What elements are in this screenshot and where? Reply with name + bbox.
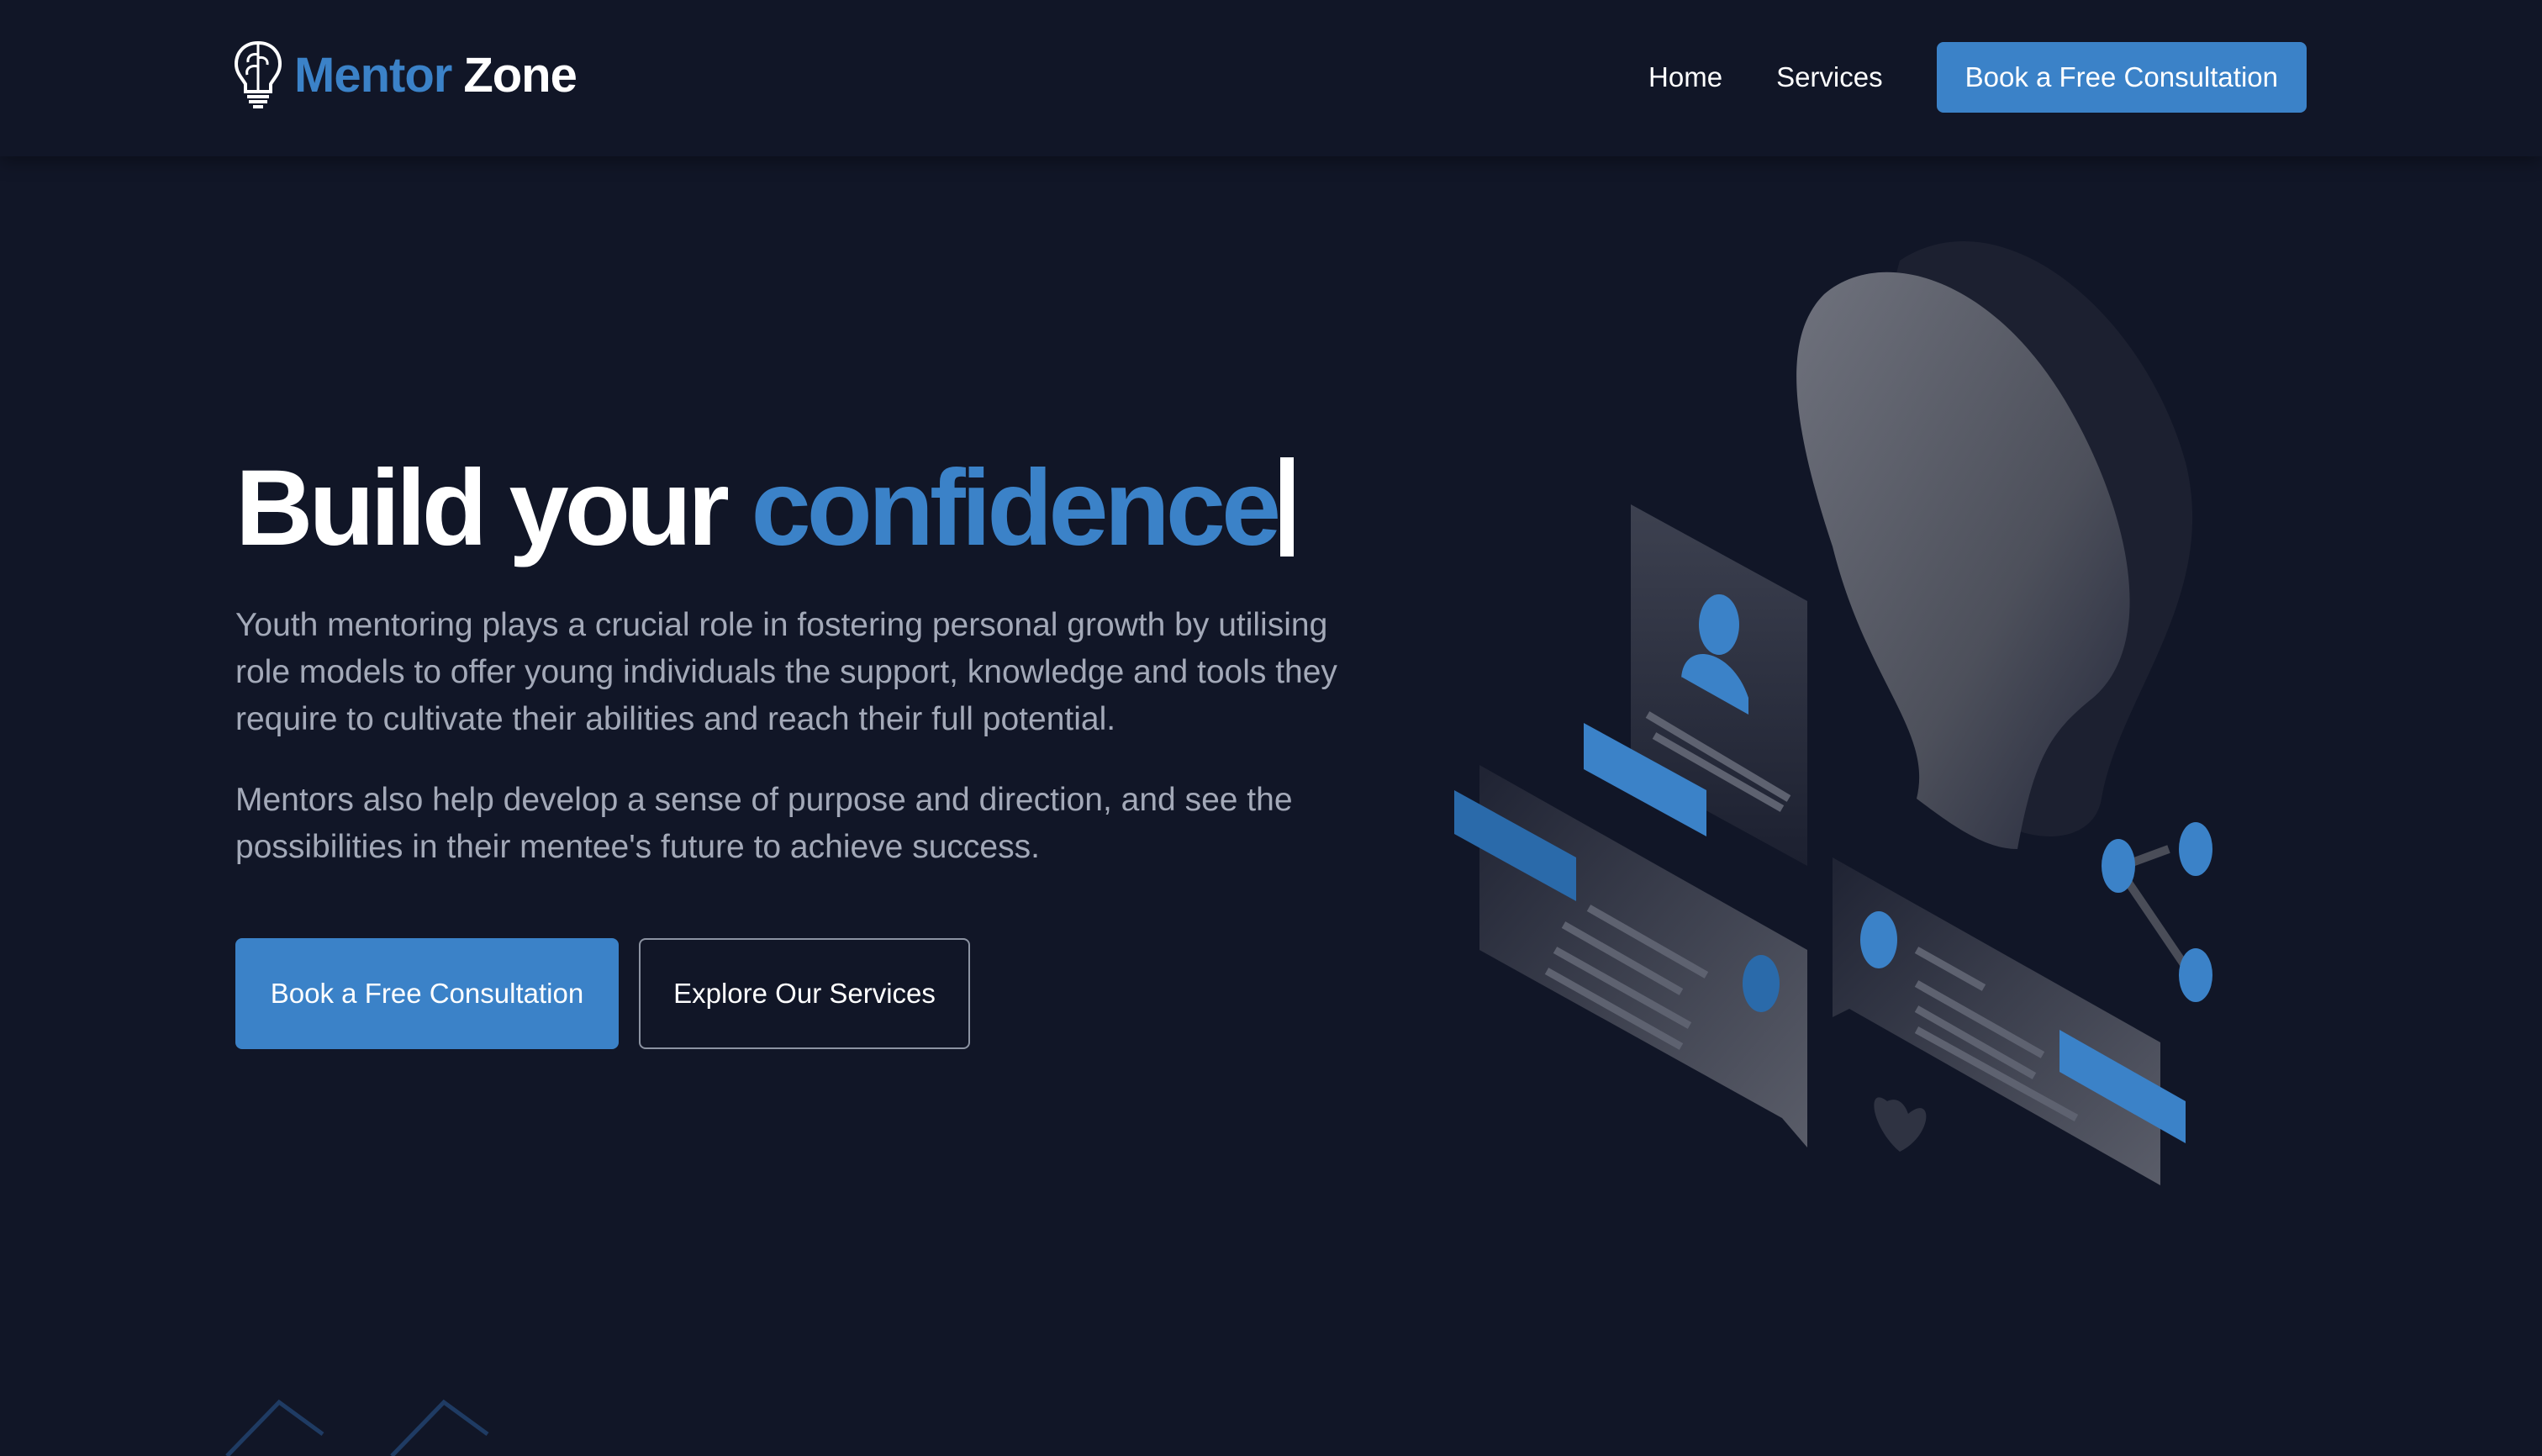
- hero-text: Build your confidence Youth mentoring pl…: [235, 446, 1412, 871]
- header-consultation-button[interactable]: Book a Free Consultation: [1936, 42, 2307, 113]
- hero-title-accent: confidence: [751, 448, 1281, 568]
- nav-home[interactable]: Home: [1648, 61, 1722, 93]
- decorative-chevrons: [225, 1399, 489, 1456]
- chat-avatar-right-shape: [1860, 911, 1897, 968]
- logo-word-mentor: Mentor: [294, 47, 452, 103]
- network-node-shape: [2179, 948, 2212, 1002]
- hero-paragraph-2: Mentors also help develop a sense of pur…: [235, 782, 1293, 865]
- chat-avatar-shape: [1743, 955, 1780, 1012]
- nav-services[interactable]: Services: [1776, 61, 1883, 93]
- chat-panel-right: [1833, 857, 2160, 1185]
- network-node-shape: [2102, 839, 2135, 893]
- hero-title-main: Build your: [235, 448, 730, 568]
- hero-title: Build your confidence: [235, 446, 1412, 572]
- hero-buttons: Book a Free Consultation Explore Our Ser…: [235, 938, 970, 1049]
- logo-word-zone: Zone: [463, 47, 577, 103]
- typing-caret: [1280, 457, 1295, 557]
- book-consultation-button[interactable]: Book a Free Consultation: [235, 938, 619, 1049]
- logo[interactable]: Mentor Zone: [232, 37, 577, 113]
- profile-head-shape: [1699, 594, 1739, 655]
- heart-shape: [1874, 1097, 1927, 1152]
- site-header: Mentor Zone Home Services Book a Free Co…: [0, 0, 2542, 156]
- isometric-mentoring-illustration: [1454, 240, 2212, 1185]
- hero-paragraph-1: Youth mentoring plays a crucial role in …: [235, 607, 1337, 737]
- explore-services-button[interactable]: Explore Our Services: [639, 938, 970, 1049]
- lightbulb-brain-icon: [234, 40, 282, 108]
- main-nav: Home Services Book a Free Consultation: [1648, 42, 2307, 113]
- network-node-shape: [2179, 822, 2212, 876]
